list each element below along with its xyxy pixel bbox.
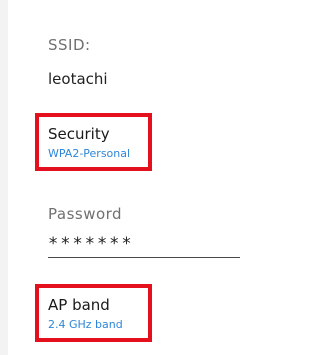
ap-band-value: 2.4 GHz band (48, 318, 123, 331)
password-underline (48, 257, 240, 258)
security-value: WPA2-Personal (48, 147, 131, 160)
security-title: Security (48, 125, 110, 143)
ssid-value: leotachi (48, 70, 108, 88)
password-label: Password (48, 205, 123, 223)
security-setting[interactable]: Security WPA2-Personal (35, 113, 152, 171)
wifi-settings-panel: SSID: leotachi Security WPA2-Personal Pa… (0, 0, 240, 355)
panel-edge (0, 0, 8, 355)
ap-band-setting[interactable]: AP band 2.4 GHz band (35, 284, 152, 342)
ap-band-title: AP band (48, 296, 110, 314)
password-field[interactable]: ******* (48, 234, 134, 254)
ssid-label: SSID: (48, 36, 91, 54)
